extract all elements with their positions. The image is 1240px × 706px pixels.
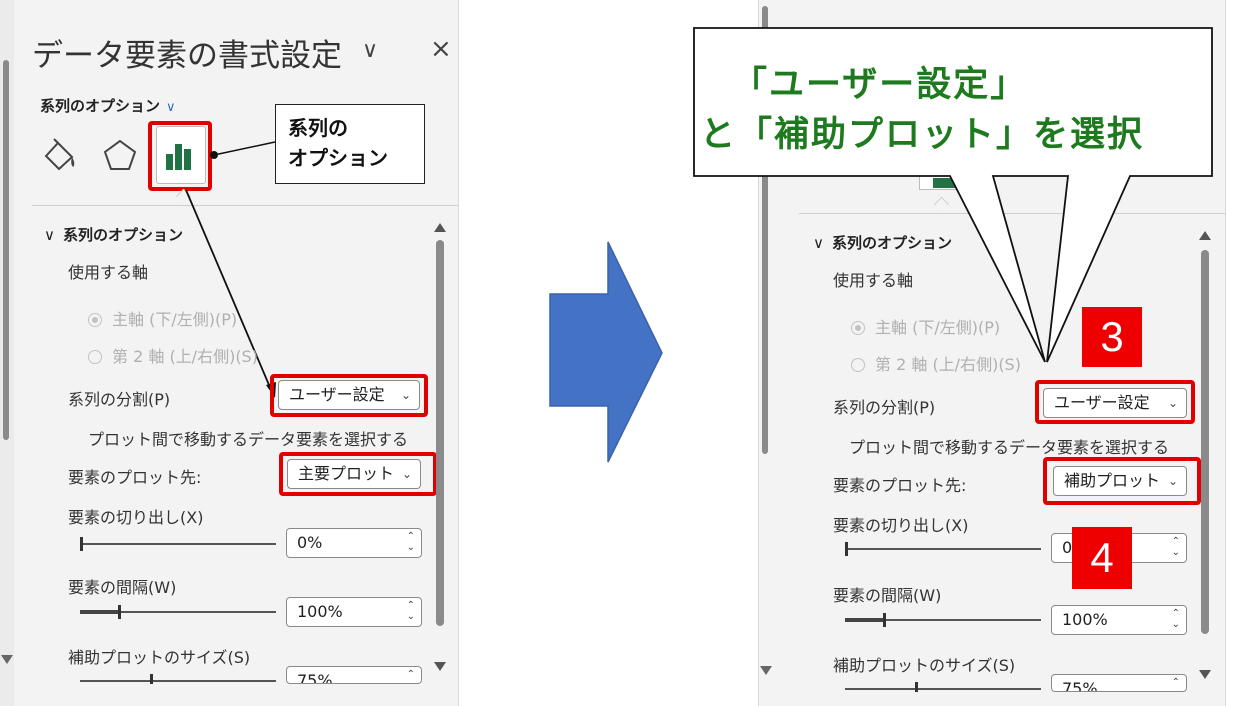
highlight-split-series: [270, 374, 428, 417]
format-data-point-pane-left: データ要素の書式設定 ∨ × 系列のオプション ∨ 系列の オプション ∨ 系列のオ…: [0, 0, 459, 706]
split-series-label: 系列の分割(P): [68, 390, 171, 409]
instruction-text: プロット間で移動するデータ要素を選択する: [88, 430, 409, 449]
explosion-slider-thumb[interactable]: [845, 542, 848, 556]
spinner-arrows-icon[interactable]: ⌃: [1172, 677, 1180, 688]
section-series-options[interactable]: ∨ 系列のオプション: [44, 224, 183, 245]
radio-secondary-axis[interactable]: 第 2 軸 (上/右側)(S): [88, 343, 258, 367]
highlight-plot-to: [1043, 457, 1201, 505]
spinner-arrows-icon[interactable]: ⌃ ⌄: [407, 600, 415, 622]
radio-selected-icon: [88, 313, 102, 327]
spinner-arrows-icon[interactable]: ⌃ ⌄: [407, 531, 415, 553]
instruction-text: プロット間で移動するデータ要素を選択する: [849, 438, 1170, 457]
highlight-plot-to: [279, 452, 437, 496]
plot-to-label: 要素のプロット先:: [68, 468, 202, 487]
gap-slider-fill: [80, 610, 120, 614]
gap-slider-thumb[interactable]: [883, 613, 886, 627]
radio-primary-axis-label: 主軸 (下/左側)(P): [112, 310, 238, 329]
explosion-slider[interactable]: [845, 548, 1041, 550]
explosion-label: 要素の切り出し(X): [833, 516, 969, 535]
split-series-label: 系列の分割(P): [833, 398, 936, 417]
size-value: 75%: [297, 671, 333, 684]
pane-scroll-down-icon[interactable]: [760, 666, 772, 675]
gap-label: 要素の間隔(W): [833, 586, 942, 605]
explosion-value: 0%: [297, 533, 323, 552]
gap-value: 100%: [297, 602, 343, 621]
gap-value: 100%: [1062, 610, 1108, 629]
right-arrow-icon: [549, 241, 663, 463]
scroll-down-icon[interactable]: [434, 662, 446, 671]
chevron-down-icon: ∨: [44, 226, 55, 244]
spinner-arrows-icon[interactable]: ⌃ ⌄: [1172, 608, 1180, 630]
highlight-split-series: [1035, 380, 1195, 424]
size-spinner[interactable]: 75% ⌃: [1051, 674, 1187, 692]
explosion-slider-thumb[interactable]: [80, 537, 83, 551]
pane-footer-mask: [779, 692, 1219, 706]
spinner-arrows-icon[interactable]: ⌃ ⌄: [1172, 536, 1180, 558]
step-badge-4: 4: [1072, 527, 1132, 589]
scroll-down-icon[interactable]: [1199, 670, 1211, 679]
size-spinner[interactable]: 75% ⌃: [286, 666, 422, 684]
explosion-label: 要素の切り出し(X): [68, 508, 204, 527]
plot-to-label: 要素のプロット先:: [833, 476, 967, 495]
section-series-options-label: 系列のオプション: [62, 226, 183, 244]
pane-footer-mask: [20, 684, 450, 706]
size-label: 補助プロットのサイズ(S): [833, 656, 1016, 675]
explosion-spinner[interactable]: 0% ⌃⌄: [286, 528, 422, 558]
scroll-up-icon[interactable]: [434, 223, 446, 232]
callout-line1: 「ユーザー設定」: [732, 65, 1028, 105]
step-badge-3: 3: [1082, 307, 1142, 367]
size-slider[interactable]: [845, 688, 1041, 690]
spinner-arrows-icon[interactable]: ⌃: [407, 669, 415, 680]
radio-secondary-axis-label: 第 2 軸 (上/右側)(S): [112, 347, 258, 366]
inner-scroll-thumb[interactable]: [436, 240, 444, 626]
radio-unselected-icon: [88, 350, 102, 364]
gap-slider-fill: [845, 618, 885, 622]
gap-spinner[interactable]: 100% ⌃ ⌄: [286, 597, 422, 627]
size-label: 補助プロットのサイズ(S): [68, 648, 251, 667]
radio-primary-axis[interactable]: 主軸 (下/左側)(P): [88, 306, 237, 330]
explosion-slider[interactable]: [80, 543, 276, 545]
size-value: 75%: [1062, 679, 1098, 692]
axis-label: 使用する軸: [68, 263, 149, 282]
gap-slider-thumb[interactable]: [118, 605, 121, 619]
callout-line2: と「補助プロット」を選択: [700, 115, 1145, 155]
gap-label: 要素の間隔(W): [68, 578, 177, 597]
gap-spinner[interactable]: 100% ⌃ ⌄: [1051, 605, 1187, 635]
size-slider[interactable]: [80, 680, 276, 682]
